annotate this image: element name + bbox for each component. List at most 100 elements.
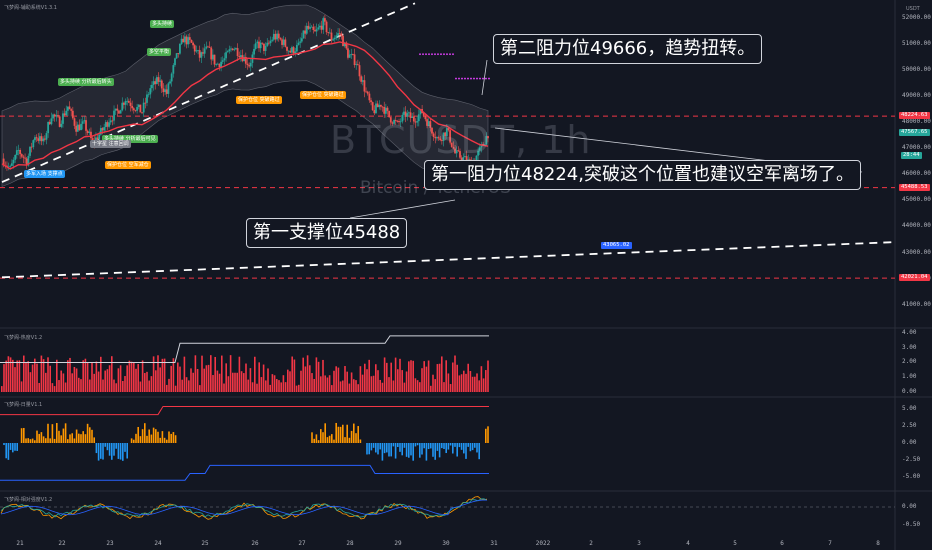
- heat-bar: [89, 379, 91, 392]
- candle-body: [142, 102, 145, 113]
- volume-bar: [62, 428, 65, 443]
- candle-body: [124, 101, 127, 105]
- price-tick-label: 47000.00: [902, 144, 931, 152]
- projection-dot: [473, 77, 475, 80]
- support1-annotation[interactable]: 第一支撑位45488: [246, 218, 408, 248]
- candle-body: [249, 62, 252, 67]
- candle-body: [190, 39, 193, 43]
- candle-body: [376, 103, 379, 108]
- projection-dot: [434, 53, 436, 56]
- heat-bar: [383, 357, 386, 392]
- volume-bar: [78, 433, 80, 443]
- volume-bar: [401, 443, 403, 456]
- candle-body: [47, 121, 50, 134]
- volume-bar: [135, 433, 137, 443]
- heat-bar: [458, 375, 461, 392]
- candle-body: [248, 65, 251, 67]
- candle-body: [174, 58, 176, 66]
- candle-body: [183, 36, 186, 43]
- volume-bar: [161, 431, 164, 443]
- volume-bar: [379, 443, 381, 450]
- heat-bar: [368, 359, 370, 392]
- volume-bar: [416, 443, 419, 446]
- candle-body: [218, 63, 221, 68]
- heat-bar: [232, 372, 234, 392]
- candle-body: [378, 104, 381, 108]
- candle-body: [287, 50, 290, 52]
- resistance2-annotation[interactable]: 第二阻力位49666，趋势扭转。: [493, 34, 763, 64]
- candle-body: [131, 105, 134, 109]
- volume-bar: [471, 443, 474, 451]
- heat-bar: [34, 358, 36, 392]
- heat-bar: [51, 383, 54, 392]
- candle-body: [83, 120, 86, 122]
- candle-body: [292, 47, 295, 54]
- heat-bar: [234, 372, 236, 392]
- candle-body: [322, 18, 325, 30]
- heat-bar: [350, 372, 353, 392]
- heat-bar: [449, 384, 452, 392]
- candle-body: [10, 163, 13, 166]
- candle-body: [332, 39, 335, 41]
- heat-bar: [410, 360, 412, 392]
- projection-dot: [455, 77, 457, 80]
- candle-body: [307, 25, 310, 29]
- volume-bar: [163, 437, 166, 443]
- candle-body: [365, 91, 367, 93]
- symbol-watermark: BTCUSDT, 1h: [330, 118, 592, 162]
- heat-bar: [104, 370, 106, 392]
- heat-bar: [388, 377, 390, 392]
- heat-bar: [185, 377, 188, 392]
- volume-bar: [157, 431, 159, 443]
- candle-body: [188, 37, 191, 40]
- heat-bar: [229, 355, 232, 392]
- heat-bar: [403, 382, 406, 392]
- heat-bar: [223, 383, 225, 392]
- candle-body: [259, 42, 262, 49]
- candle-body: [310, 26, 313, 28]
- time-tick-label: 22: [58, 540, 66, 547]
- strength-pane-title: 飞梦阁-相对强度V1.2: [4, 497, 53, 503]
- heat-bar: [315, 357, 318, 392]
- heat-bar: [381, 382, 384, 392]
- candle-body: [114, 108, 117, 111]
- volume-bar: [388, 443, 390, 457]
- heat-bar: [225, 363, 227, 392]
- price-tick-label: 50000.00: [902, 65, 931, 73]
- heat-bar: [394, 357, 397, 392]
- candle-body: [286, 46, 288, 51]
- heat-bar: [401, 370, 403, 392]
- heat-bar: [322, 359, 324, 392]
- volume-bar: [159, 437, 161, 443]
- candle-body: [167, 83, 170, 94]
- projection-dot: [437, 53, 439, 56]
- candle-body: [24, 157, 26, 159]
- heat-bar: [456, 364, 458, 392]
- volume-bar: [386, 443, 388, 453]
- candle-body: [236, 48, 239, 57]
- candle-body: [113, 110, 115, 121]
- candle-body: [314, 29, 316, 32]
- candle-body: [256, 41, 259, 44]
- candle-body: [297, 42, 300, 45]
- heat-bar: [210, 355, 212, 392]
- time-tick-label: 2: [589, 540, 593, 547]
- heat-threshold: [0, 335, 489, 363]
- heat-bar: [469, 371, 472, 392]
- candle-body: [231, 48, 234, 51]
- heat-bar: [115, 383, 117, 392]
- trading-chart[interactable]: [0, 0, 932, 550]
- resistance1-annotation[interactable]: 第一阻力位48224,突破这个位置也建议空军离场了。: [424, 160, 861, 190]
- candle-body: [294, 51, 297, 54]
- heat-bar: [135, 368, 137, 392]
- candle-body: [337, 33, 339, 36]
- candle-body: [76, 124, 79, 132]
- volume-bar: [172, 432, 175, 443]
- candle-body: [221, 60, 224, 62]
- candle-body: [65, 110, 68, 116]
- heat-bar: [163, 358, 166, 392]
- heat-bar: [181, 379, 183, 392]
- volume-bar: [465, 443, 467, 459]
- heat-bar: [238, 356, 241, 392]
- heat-bar: [5, 360, 7, 392]
